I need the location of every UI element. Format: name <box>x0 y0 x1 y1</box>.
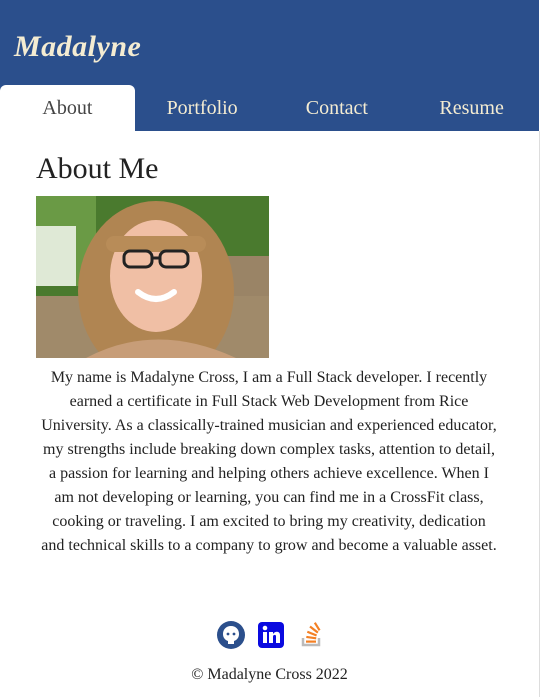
linkedin-icon[interactable] <box>256 620 286 650</box>
main-nav: About Portfolio Contact Resume <box>0 85 539 131</box>
bio-text: My name is Madalyne Cross, I am a Full S… <box>41 369 497 554</box>
content-border <box>539 131 540 697</box>
tab-resume[interactable]: Resume <box>404 85 539 131</box>
site-header: Madalyne About Portfolio Contact Resume <box>0 0 539 131</box>
github-icon[interactable] <box>216 620 246 650</box>
brand-name[interactable]: Madalyne <box>14 30 141 64</box>
footer-copyright: © Madalyne Cross 2022 <box>191 666 348 683</box>
tab-portfolio[interactable]: Portfolio <box>135 85 270 131</box>
tab-about[interactable]: About <box>0 85 135 131</box>
page-title: About Me <box>36 152 159 185</box>
stackoverflow-icon[interactable] <box>296 620 326 650</box>
social-links <box>216 618 326 652</box>
tab-contact[interactable]: Contact <box>270 85 405 131</box>
profile-photo-illustration <box>36 196 269 358</box>
profile-photo <box>36 196 269 358</box>
